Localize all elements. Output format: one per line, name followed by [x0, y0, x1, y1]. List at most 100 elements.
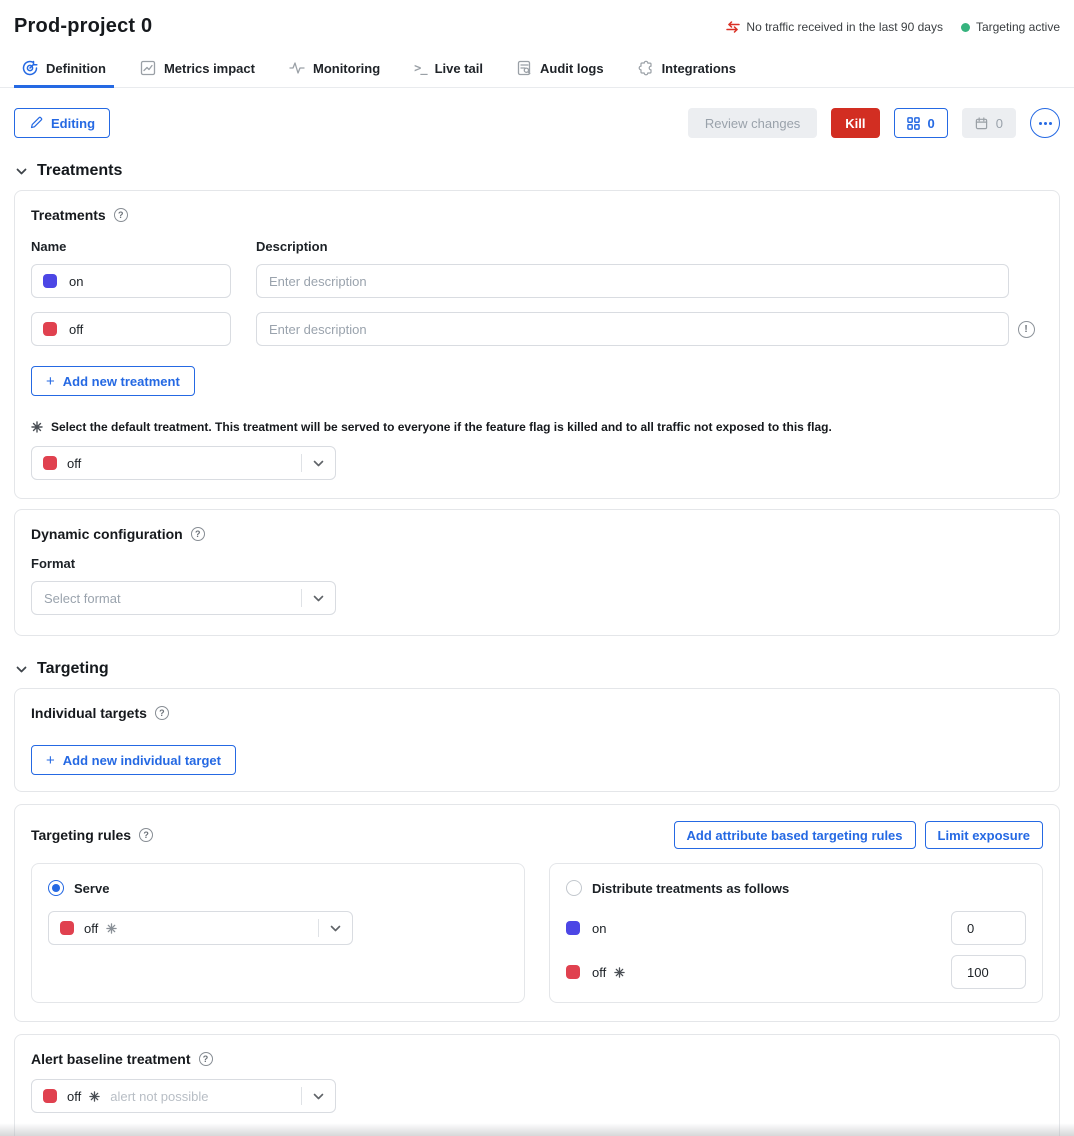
terminal-icon: >_: [414, 61, 426, 75]
help-icon[interactable]: ?: [139, 828, 153, 842]
distribute-label: Distribute treatments as follows: [592, 881, 789, 896]
help-icon[interactable]: ?: [114, 208, 128, 222]
chevron-down-icon: [16, 168, 27, 175]
treatment-name: off: [69, 322, 83, 337]
serve-panel: Serve off: [31, 863, 525, 1003]
changes-count: 0: [928, 116, 935, 131]
distribute-radio[interactable]: [566, 880, 582, 896]
editing-button[interactable]: Editing: [14, 108, 110, 138]
alert-baseline-title: Alert baseline treatment: [31, 1051, 191, 1067]
treatments-column-headers: Name Description: [31, 239, 1043, 254]
add-attribute-rules-button[interactable]: Add attribute based targeting rules: [674, 821, 916, 849]
serve-treatment-value: off: [84, 921, 98, 936]
targeting-section-title: Targeting: [37, 660, 109, 678]
treatment-description-input[interactable]: [256, 312, 1009, 346]
page-title: Prod-project 0: [14, 15, 152, 38]
add-new-treatment-button[interactable]: + Add new treatment: [31, 366, 195, 396]
help-icon[interactable]: ?: [199, 1052, 213, 1066]
alert-baseline-hint: alert not possible: [110, 1089, 208, 1104]
alert-baseline-value: off: [67, 1089, 81, 1104]
treatment-row: on: [31, 264, 1043, 298]
distribution-treatment-name: off: [592, 965, 606, 980]
toolbar: Editing Review changes Kill 0 0: [14, 108, 1060, 138]
chevron-down-icon: [302, 460, 335, 467]
plus-icon: +: [46, 374, 55, 389]
tab-definition[interactable]: Definition: [22, 60, 106, 87]
chevron-down-icon: [302, 1093, 335, 1100]
changes-count-button[interactable]: 0: [894, 108, 948, 138]
status-group: No traffic received in the last 90 days …: [726, 15, 1060, 34]
traffic-alert-text: No traffic received in the last 90 days: [746, 20, 943, 34]
distribute-panel: Distribute treatments as follows on off: [549, 863, 1043, 1003]
limit-exposure-button[interactable]: Limit exposure: [925, 821, 1043, 849]
treatment-color-swatch: [43, 1089, 57, 1103]
tab-label: Metrics impact: [164, 61, 255, 76]
tab-monitoring[interactable]: Monitoring: [289, 60, 380, 87]
help-icon[interactable]: ?: [191, 527, 205, 541]
tab-label: Live tail: [435, 61, 483, 76]
tab-bar: Definition Metrics impact Monitoring >_ …: [0, 60, 1074, 88]
treatment-color-swatch: [566, 965, 580, 979]
tab-metrics-impact[interactable]: Metrics impact: [140, 60, 255, 87]
default-asterisk-icon: [106, 923, 117, 934]
treatment-color-swatch: [43, 456, 57, 470]
definition-icon: [22, 60, 38, 76]
more-options-button[interactable]: [1030, 108, 1060, 138]
tab-integrations[interactable]: Integrations: [638, 60, 736, 87]
page: Prod-project 0 No traffic received in th…: [0, 0, 1074, 1136]
treatments-section-header[interactable]: Treatments: [14, 162, 1060, 180]
treatment-row: off !: [31, 312, 1043, 346]
toolbar-right: Review changes Kill 0 0: [688, 108, 1060, 138]
treatment-name-field[interactable]: on: [31, 264, 231, 298]
default-asterisk-icon: [89, 1091, 100, 1102]
targeting-rules-title: Targeting rules: [31, 827, 131, 843]
treatment-color-swatch: [60, 921, 74, 935]
treatment-name: on: [69, 274, 83, 289]
targeting-status-text: Targeting active: [976, 20, 1060, 34]
treatment-description-input[interactable]: [256, 264, 1009, 298]
distribution-row: on: [566, 911, 1026, 945]
warning-icon[interactable]: !: [1018, 321, 1035, 338]
chevron-down-icon: [16, 666, 27, 673]
serve-radio[interactable]: [48, 880, 64, 896]
help-icon[interactable]: ?: [155, 706, 169, 720]
audit-logs-icon: [517, 60, 532, 76]
chevron-down-icon: [302, 595, 335, 602]
editing-label: Editing: [51, 116, 95, 131]
distribution-treatment-name: on: [592, 921, 606, 936]
review-changes-button[interactable]: Review changes: [688, 108, 817, 138]
serve-label: Serve: [74, 881, 109, 896]
plus-icon: +: [46, 753, 55, 768]
header: Prod-project 0 No traffic received in th…: [14, 0, 1060, 38]
tab-live-tail[interactable]: >_ Live tail: [414, 60, 483, 87]
distribution-percent-input[interactable]: [951, 911, 1026, 945]
description-column-header: Description: [256, 239, 328, 254]
tab-label: Definition: [46, 61, 106, 76]
puzzle-icon: [638, 60, 654, 76]
tab-audit-logs[interactable]: Audit logs: [517, 60, 604, 87]
format-label: Format: [31, 556, 1043, 571]
distribution-percent-input[interactable]: [951, 955, 1026, 989]
monitoring-icon: [289, 61, 305, 75]
chevron-down-icon: [319, 925, 352, 932]
treatments-card: Treatments ? Name Description on off: [14, 190, 1060, 499]
metrics-impact-icon: [140, 60, 156, 76]
kill-button[interactable]: Kill: [831, 108, 879, 138]
targeting-status: Targeting active: [961, 20, 1060, 34]
pencil-icon: [29, 116, 43, 130]
default-treatment-select[interactable]: off: [31, 446, 336, 480]
alert-baseline-select[interactable]: off alert not possible: [31, 1079, 336, 1113]
default-asterisk-icon: [614, 967, 625, 978]
targeting-section-header[interactable]: Targeting: [14, 660, 1060, 678]
add-target-label: Add new individual target: [63, 753, 221, 768]
dynamic-configuration-title: Dynamic configuration: [31, 526, 183, 542]
individual-targets-card: Individual targets ? + Add new individua…: [14, 688, 1060, 792]
traffic-alert: No traffic received in the last 90 days: [726, 20, 943, 34]
serve-treatment-select[interactable]: off: [48, 911, 353, 945]
scheduled-count-button[interactable]: 0: [962, 108, 1016, 138]
alert-baseline-card: Alert baseline treatment ? off alert not…: [14, 1034, 1060, 1136]
dynamic-configuration-card: Dynamic configuration ? Format Select fo…: [14, 509, 1060, 636]
format-select[interactable]: Select format: [31, 581, 336, 615]
add-new-individual-target-button[interactable]: + Add new individual target: [31, 745, 236, 775]
treatment-name-field[interactable]: off: [31, 312, 231, 346]
